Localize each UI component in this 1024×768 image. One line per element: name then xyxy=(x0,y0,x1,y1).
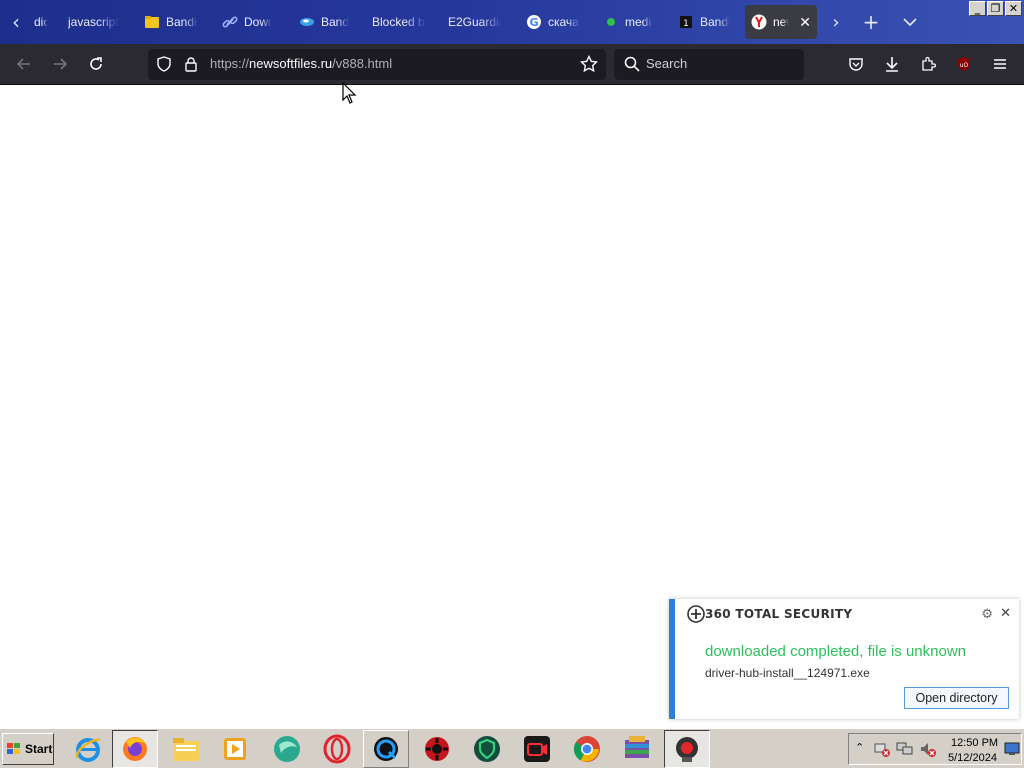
tab-7[interactable]: E2Guardian xyxy=(442,5,508,39)
window-controls: _ ❐ ✕ xyxy=(969,1,1022,16)
tab-5[interactable]: Bandic xyxy=(293,5,355,39)
search-box[interactable]: Search xyxy=(614,49,804,80)
url-scheme: https:// xyxy=(210,56,250,71)
tracking-shield-icon[interactable] xyxy=(156,56,172,77)
url-path: /v888.html xyxy=(332,56,393,71)
url-text[interactable]: https://newsoftfiles.ru/v888.html xyxy=(210,56,392,71)
scroll-tabs-left-icon[interactable]: ‹ xyxy=(2,8,30,36)
tab-2[interactable]: javascript xyxy=(62,5,128,39)
svg-text:1: 1 xyxy=(683,19,689,29)
tab-label: Bandic xyxy=(700,15,730,29)
tab-3[interactable]: Bandic xyxy=(138,5,204,39)
tab-label: Bandic xyxy=(166,15,198,29)
navigation-toolbar: https://newsoftfiles.ru/v888.html Search… xyxy=(0,44,1024,85)
360-security-logo-icon xyxy=(687,605,705,628)
security-notification: 360 TOTAL SECURITY ⚙ ✕ downloaded comple… xyxy=(669,599,1019,719)
tab-strip: ‹ dic javascript Bandic Downl Bandic Blo… xyxy=(0,0,1024,44)
clock-time[interactable]: 12:50 PM xyxy=(951,737,998,749)
show-hidden-icons-icon[interactable]: ⌃ xyxy=(855,741,864,754)
ublock-origin-icon[interactable]: uO xyxy=(950,50,978,78)
internet-explorer-icon[interactable] xyxy=(65,730,111,768)
tab-label: Downl xyxy=(244,15,272,29)
google-icon: G xyxy=(526,14,542,30)
network-error-icon[interactable] xyxy=(873,740,891,763)
extensions-icon[interactable] xyxy=(914,50,942,78)
url-host: newsoftfiles.ru xyxy=(249,56,333,71)
close-tab-icon[interactable]: ✕ xyxy=(799,14,811,31)
search-icon xyxy=(624,56,640,77)
start-button[interactable]: Start xyxy=(2,733,54,765)
red-gear-app-icon[interactable] xyxy=(414,730,460,768)
downloaded-filename: driver-hub-install__124971.exe xyxy=(705,666,870,680)
start-label: Start xyxy=(25,742,53,756)
tab-label: javascript xyxy=(68,15,119,29)
chrome-icon[interactable] xyxy=(564,730,610,768)
reload-icon[interactable] xyxy=(82,50,110,78)
bookmark-star-icon[interactable] xyxy=(579,54,599,78)
green-dot-icon xyxy=(603,14,619,30)
tab-label: dic xyxy=(34,15,48,29)
green-globe-app-icon[interactable] xyxy=(264,730,310,768)
tab-label: Bandic xyxy=(321,15,349,29)
mouse-cursor-icon xyxy=(342,81,358,111)
windows-logo-icon xyxy=(7,743,20,754)
bandicam-icon[interactable] xyxy=(514,730,560,768)
notification-brand: 360 TOTAL SECURITY xyxy=(705,607,853,621)
firefox-icon[interactable] xyxy=(112,730,158,768)
lock-icon[interactable] xyxy=(184,56,198,77)
forward-icon[interactable] xyxy=(46,50,74,78)
minimize-icon[interactable]: _ xyxy=(969,1,986,16)
system-tray: ⌃ 12:50 PM 5/12/2024 xyxy=(848,733,1022,765)
close-notification-icon[interactable]: ✕ xyxy=(1000,605,1011,621)
scroll-tabs-right-icon[interactable]: › xyxy=(822,8,850,36)
settings-gear-icon[interactable]: ⚙ xyxy=(981,606,993,622)
show-desktop-icon[interactable] xyxy=(1004,742,1020,761)
pocket-icon[interactable] xyxy=(842,50,870,78)
tab-label: E2Guardian xyxy=(448,15,502,29)
shield-app-icon[interactable] xyxy=(464,730,510,768)
folder-icon xyxy=(144,14,160,30)
svg-text:uO: uO xyxy=(960,62,969,69)
tab-9[interactable]: media xyxy=(597,5,659,39)
yandex-icon xyxy=(751,14,767,30)
tab-10[interactable]: 1 Bandic xyxy=(672,5,736,39)
address-bar[interactable]: https://newsoftfiles.ru/v888.html xyxy=(148,49,606,80)
clock-date[interactable]: 5/12/2024 xyxy=(948,752,997,764)
downloads-icon[interactable] xyxy=(878,50,906,78)
link-icon xyxy=(222,14,238,30)
menu-icon[interactable] xyxy=(986,50,1014,78)
open-directory-button[interactable]: Open directory xyxy=(904,687,1009,709)
file-explorer-icon[interactable] xyxy=(163,730,209,768)
tab-active[interactable]: new ✕ xyxy=(745,5,817,39)
list-tabs-icon[interactable] xyxy=(896,8,924,36)
svg-text:G: G xyxy=(529,16,538,29)
network-computers-icon[interactable] xyxy=(896,740,914,763)
tab-label: Blocked by xyxy=(372,15,426,29)
tab-label: скачать xyxy=(548,15,580,29)
tab-label: new xyxy=(773,15,789,29)
volume-muted-icon[interactable] xyxy=(919,740,937,763)
tab-1[interactable]: dic xyxy=(28,5,54,39)
opera-icon[interactable] xyxy=(314,730,360,768)
bandicam-recorder-icon[interactable] xyxy=(664,730,710,768)
blue-circle-app-icon[interactable] xyxy=(363,730,409,768)
back-icon[interactable] xyxy=(10,50,38,78)
tab-4[interactable]: Downl xyxy=(216,5,278,39)
taskbar: Start ⌃ 12:50 PM 5/12/2024 xyxy=(0,728,1024,768)
search-input[interactable]: Search xyxy=(646,56,687,71)
new-tab-icon[interactable]: + xyxy=(857,8,885,36)
black-square-icon: 1 xyxy=(678,14,694,30)
tab-8[interactable]: G скачать xyxy=(520,5,586,39)
tab-label: media xyxy=(625,15,653,29)
media-player-icon[interactable] xyxy=(212,730,258,768)
restore-icon[interactable]: ❐ xyxy=(987,1,1004,16)
notification-message: downloaded completed, file is unknown xyxy=(705,643,966,660)
winrar-icon[interactable] xyxy=(614,730,660,768)
close-window-icon[interactable]: ✕ xyxy=(1005,1,1022,16)
bandicam-icon xyxy=(299,14,315,30)
tab-6[interactable]: Blocked by xyxy=(366,5,432,39)
